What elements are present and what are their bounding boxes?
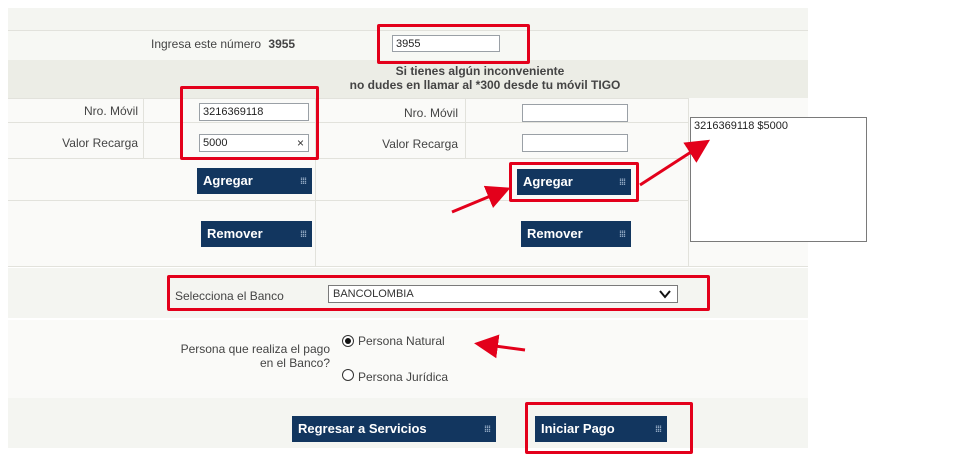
- arrow-to-list: [639, 139, 711, 187]
- annotation-arrows: [451, 139, 711, 359]
- arrow-to-persona-natural: [474, 334, 526, 359]
- arrow-to-agregar: [451, 185, 511, 214]
